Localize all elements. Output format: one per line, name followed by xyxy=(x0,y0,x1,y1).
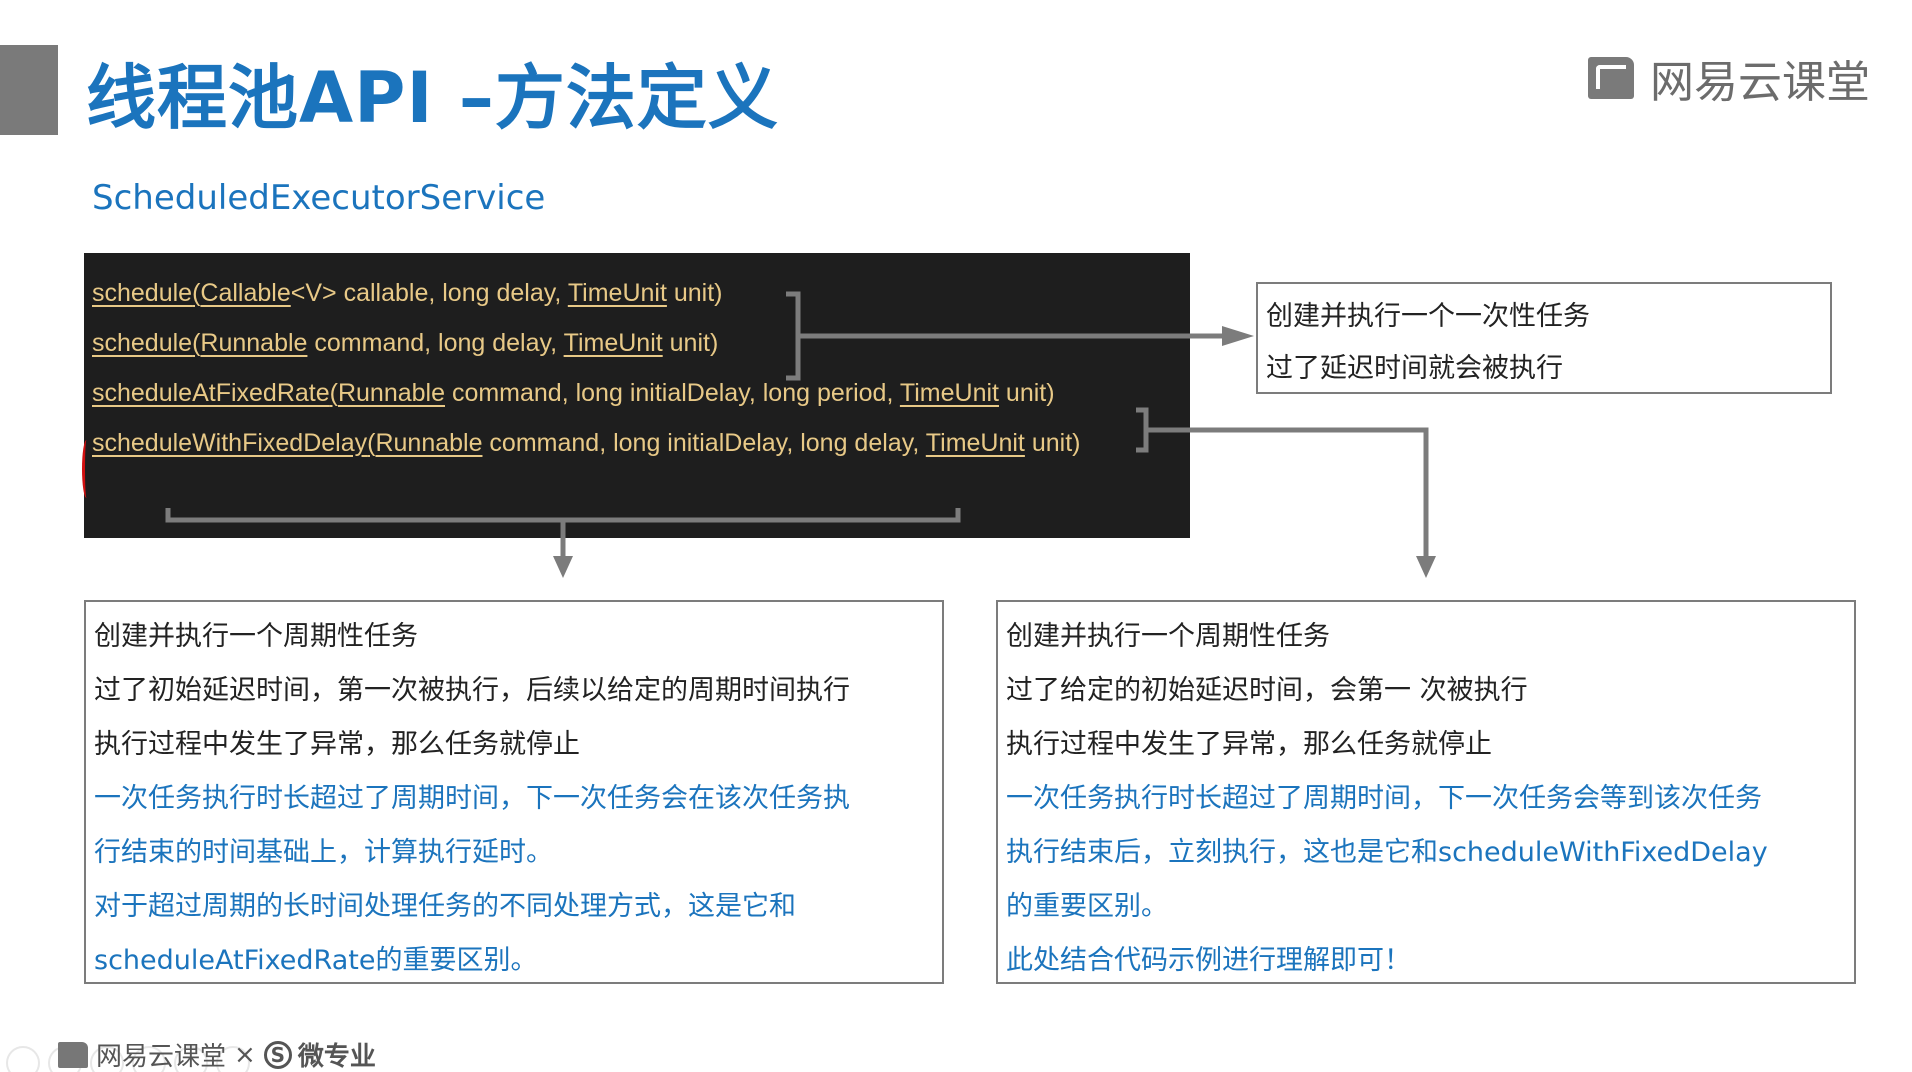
brand-name: 网易云课堂 xyxy=(1650,57,1870,108)
box-line: 创建并执行一个一次性任务 xyxy=(1266,301,1590,332)
box-line: 过了延迟时间就会被执行 xyxy=(1266,353,1563,384)
box-line: 创建并执行一个周期性任务 xyxy=(1006,621,1330,652)
box-one-shot-task: 创建并执行一个一次性任务 过了延迟时间就会被执行 xyxy=(1256,282,1832,394)
code-line-schedule-at-fixed-rate: scheduleAtFixedRate(Runnable command, lo… xyxy=(92,379,1055,408)
paren: ( xyxy=(329,379,338,407)
book-icon xyxy=(1588,57,1634,99)
type-runnable: Runnable xyxy=(375,429,483,457)
params-tail: unit) xyxy=(662,329,719,357)
params-text: command, long delay, xyxy=(307,329,564,357)
prev-icon[interactable] xyxy=(6,1046,40,1072)
box-line-highlight: 一次任务执行时长超过了周期时间，下一次任务会等到该次任务 xyxy=(1006,783,1762,814)
type-timeunit: TimeUnit xyxy=(899,379,999,407)
type-timeunit: TimeUnit xyxy=(925,429,1025,457)
code-block: schedule ( Callable<V> callable, long dela… xyxy=(84,253,1190,538)
code-line-schedule-callable: schedule(Callable<V> callable, long dela… xyxy=(92,279,723,308)
type-callable: Callable xyxy=(200,279,291,307)
box-line: 创建并执行一个周期性任务 xyxy=(94,621,418,652)
box-line: 过了初始延迟时间，第一次被执行，后续以给定的周期时间执行 xyxy=(94,675,850,706)
method-name: scheduleWithFixedDelay xyxy=(92,429,368,457)
box-line-highlight: 一次任务执行时长超过了周期时间，下一次任务会在该次任务执 xyxy=(94,783,850,814)
box-fixed-delay-description: 创建并执行一个周期性任务 过了初始延迟时间，第一次被执行，后续以给定的周期时间执… xyxy=(84,600,944,984)
method-name: schedule xyxy=(92,329,193,357)
footer-partner: 微专业 xyxy=(297,1042,376,1072)
code-line-schedule-runnable: schedule(Runnable command, long delay, T… xyxy=(92,329,718,358)
box-line-highlight: 的重要区别。 xyxy=(1006,891,1168,922)
arrow-head-down-right xyxy=(1416,556,1436,578)
footer-separator: × xyxy=(234,1039,256,1070)
params-tail: unit) xyxy=(998,379,1055,407)
box-line-highlight: 对于超过周期的长时间处理任务的不同处理方式，这是它和 xyxy=(94,891,796,922)
interface-name: ScheduledExecutorService xyxy=(92,178,546,218)
s-circle-icon: S xyxy=(263,1040,292,1069)
method-name: scheduleAtFixedRate xyxy=(92,379,330,407)
params-text: command, long initialDelay, long delay, xyxy=(482,429,926,457)
arrow-head-down-left xyxy=(553,556,573,578)
params-tail: unit) xyxy=(666,279,723,307)
params-text: <V> callable, long delay, xyxy=(290,279,568,307)
box-line-highlight: 此处结合代码示例进行理解即可！ xyxy=(1006,945,1411,976)
method-name: schedule xyxy=(92,279,193,307)
box-line-highlight: 执行结束后，立刻执行，这也是它和scheduleWithFixedDelay xyxy=(1006,837,1768,868)
type-timeunit: TimeUnit xyxy=(567,279,667,307)
title-accent-bar xyxy=(0,45,58,135)
page-title: 线程池API –方法定义 xyxy=(86,57,779,139)
type-timeunit: TimeUnit xyxy=(563,329,663,357)
book-icon xyxy=(58,1041,88,1068)
box-line-highlight: 行结束的时间基础上，计算执行延时。 xyxy=(94,837,553,868)
box-fixed-rate-description: 创建并执行一个周期性任务 过了给定的初始延迟时间，会第一 次被执行 执行过程中发… xyxy=(996,600,1856,984)
slide: 线程池API –方法定义 网易云课堂 ScheduledExecutorServ… xyxy=(0,0,1912,1072)
box-line: 执行过程中发生了异常，那么任务就停止 xyxy=(94,729,580,760)
box-line-highlight: scheduleAtFixedRate的重要区别。 xyxy=(94,945,538,976)
box-line: 执行过程中发生了异常，那么任务就停止 xyxy=(1006,729,1492,760)
box-line: 过了给定的初始延迟时间，会第一 次被执行 xyxy=(1006,675,1528,706)
arrow-head-right xyxy=(1222,326,1254,346)
footer-branding: 网易云课堂 × S 微专业 xyxy=(58,1036,376,1072)
footer-brand: 网易云课堂 xyxy=(96,1042,227,1072)
code-line-schedule-with-fixed-delay: scheduleWithFixedDelay(Runnable command,… xyxy=(92,429,1080,458)
annotation-red-mark xyxy=(82,440,91,498)
params-text: command, long initialDelay, long period, xyxy=(445,379,900,407)
params-tail: unit) xyxy=(1024,429,1081,457)
type-runnable: Runnable xyxy=(200,329,308,357)
type-runnable: Runnable xyxy=(337,379,445,407)
brand-logo: 网易云课堂 xyxy=(1588,46,1870,110)
